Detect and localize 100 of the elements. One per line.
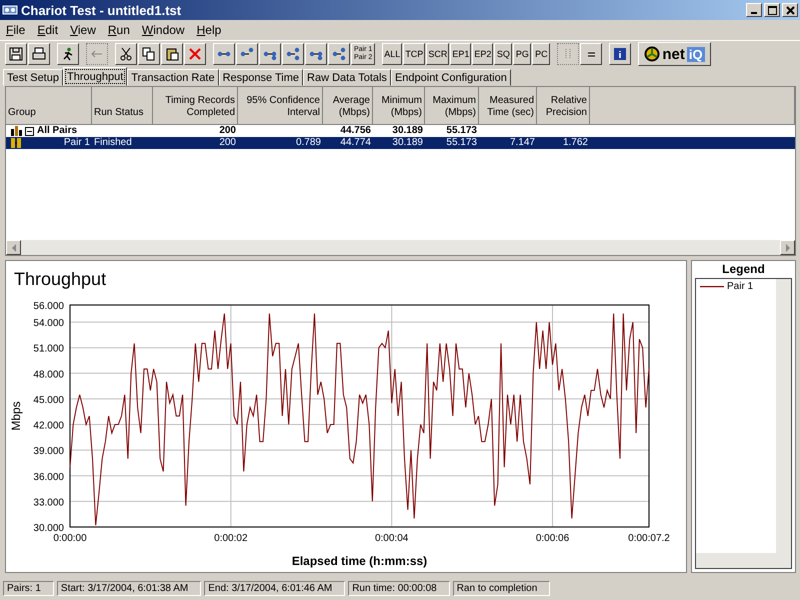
network-icon xyxy=(2,3,18,17)
tab[interactable]: Throughput xyxy=(62,67,128,86)
table-cell-text: 200 xyxy=(218,125,237,137)
filter-button[interactable]: SCR xyxy=(426,43,450,65)
runner-icon xyxy=(61,47,75,61)
equals-button[interactable] xyxy=(580,43,602,65)
logo-icon xyxy=(644,46,660,62)
status-field: Ran to completion xyxy=(452,580,550,596)
column-header[interactable]: Average (Mbps) xyxy=(323,87,373,125)
save-button[interactable] xyxy=(5,43,27,65)
filter-button[interactable]: TCP xyxy=(403,43,426,65)
menu-item[interactable]: Window xyxy=(138,23,189,37)
table-cell-text: 30.189 xyxy=(391,125,424,137)
scissors-icon xyxy=(119,47,133,61)
filter-button[interactable]: PG xyxy=(513,43,532,65)
table-cell-text: 0.789 xyxy=(294,137,322,149)
table-row[interactable]: All Pairs 200 44.756 30.189 55.173 xyxy=(6,125,795,137)
y-tick-label: 56.000 xyxy=(33,301,64,312)
info-icon xyxy=(613,47,628,61)
chart-title: Throughput xyxy=(13,268,108,291)
menu-item[interactable]: Run xyxy=(104,23,134,37)
x-axis-label: Elapsed time (h:mm:ss) xyxy=(292,554,428,568)
node-link-button[interactable] xyxy=(282,43,304,65)
tab[interactable]: Response Time xyxy=(218,69,304,86)
filter-button[interactable]: PC xyxy=(532,43,550,65)
x-icon xyxy=(188,47,202,61)
column-header[interactable]: Timing Records Completed xyxy=(153,87,238,125)
copy-button[interactable] xyxy=(138,43,160,65)
x-tick-label: 0:00:00 xyxy=(53,533,87,544)
filter-button[interactable]: EP2 xyxy=(472,43,494,65)
status-field: End: 3/17/2004, 6:01:46 AM xyxy=(204,580,346,596)
tab[interactable]: Test Setup xyxy=(3,69,63,86)
menu-item[interactable]: View xyxy=(66,23,100,37)
table-cell-text: 7.147 xyxy=(508,137,536,149)
status-field: Run time: 00:00:08 xyxy=(348,580,450,596)
column-header[interactable]: 95% Confidence Interval xyxy=(238,87,323,125)
table-cell-text: 200 xyxy=(218,137,237,149)
run-button[interactable] xyxy=(57,43,79,65)
vertical-scrollbar[interactable] xyxy=(776,279,791,553)
cut-button[interactable] xyxy=(115,43,137,65)
pair-name: Pair 1 xyxy=(64,137,90,149)
filter-button[interactable]: SQ xyxy=(494,43,512,65)
table-row[interactable]: Pair 1 Finished 200 0.789 44.774 30.189 55.173 7.147 1.762 xyxy=(6,137,795,149)
node-link-button[interactable] xyxy=(259,43,281,65)
equals-icon xyxy=(588,52,595,56)
y-tick-label: 51.000 xyxy=(33,344,64,355)
table-cell-text: Finished xyxy=(93,137,133,149)
table-cell-text: 30.189 xyxy=(391,137,424,149)
close-icon xyxy=(786,6,794,14)
delete-button[interactable] xyxy=(184,43,206,65)
status-field: Start: 3/17/2004, 6:01:38 AM xyxy=(56,580,202,596)
filter-button[interactable]: EP1 xyxy=(450,43,472,65)
y-tick-label: 39.000 xyxy=(33,446,64,458)
tab[interactable]: Transaction Rate xyxy=(127,69,219,86)
table-cell-text: 55.173 xyxy=(445,137,478,149)
tab[interactable]: Raw Data Totals xyxy=(303,69,391,86)
node-link-button[interactable] xyxy=(213,43,235,65)
logo-button[interactable]: net iQ xyxy=(638,42,711,66)
y-tick-label: 42.000 xyxy=(33,420,64,432)
collapse-icon[interactable] xyxy=(25,126,34,136)
node-link-button[interactable] xyxy=(305,43,327,65)
x-tick-label: 0:00:06 xyxy=(536,533,570,544)
column-header[interactable]: Relative Precision xyxy=(537,87,590,125)
arrow-button[interactable] xyxy=(86,43,108,65)
window-title: Chariot Test - untitled1.tst xyxy=(21,2,182,18)
print-button[interactable] xyxy=(28,43,50,65)
maximize-icon xyxy=(768,6,776,14)
y-tick-label: 54.000 xyxy=(33,318,64,330)
paste-button[interactable] xyxy=(161,43,183,65)
column-header[interactable]: Minimum (Mbps) xyxy=(373,87,425,125)
legend-title: Legend xyxy=(721,261,766,278)
x-tick-label: 0:00:04 xyxy=(374,533,408,544)
maximize-button[interactable] xyxy=(764,3,780,17)
status-field: Pairs: 1 xyxy=(3,580,54,596)
minimize-button[interactable] xyxy=(746,3,762,17)
group-name: All Pairs xyxy=(37,125,78,137)
column-header[interactable]: Measured Time (sec) xyxy=(479,87,537,125)
y-tick-label: 36.000 xyxy=(33,472,64,483)
x-tick-label: 0:00:02 xyxy=(214,533,248,544)
menu-item[interactable]: Edit xyxy=(33,23,62,37)
menu-item[interactable]: Help xyxy=(192,23,226,37)
column-header[interactable]: Group xyxy=(6,87,92,125)
paste-icon xyxy=(165,47,179,61)
y-tick-label: 30.000 xyxy=(33,523,64,534)
table-cell-text: 44.756 xyxy=(339,125,372,137)
pair-icon xyxy=(11,138,21,148)
column-header[interactable]: Maximum (Mbps) xyxy=(425,87,479,125)
info-button[interactable] xyxy=(609,43,632,65)
tab[interactable]: Endpoint Configuration xyxy=(390,69,511,86)
menu-item[interactable]: File xyxy=(2,23,30,37)
close-button[interactable] xyxy=(782,3,798,17)
horizontal-scrollbar[interactable] xyxy=(695,553,792,569)
column-header[interactable]: Run Status xyxy=(92,87,153,125)
node-link-button[interactable] xyxy=(236,43,258,65)
table-cell-text: 55.173 xyxy=(445,125,478,137)
table-cell-text: 1.762 xyxy=(562,137,589,149)
filter-button[interactable]: ALL xyxy=(382,43,402,65)
linked-nodes-icon xyxy=(286,47,300,61)
y-axis-label: Mbps xyxy=(9,401,23,431)
node-link-button[interactable] xyxy=(328,43,350,65)
